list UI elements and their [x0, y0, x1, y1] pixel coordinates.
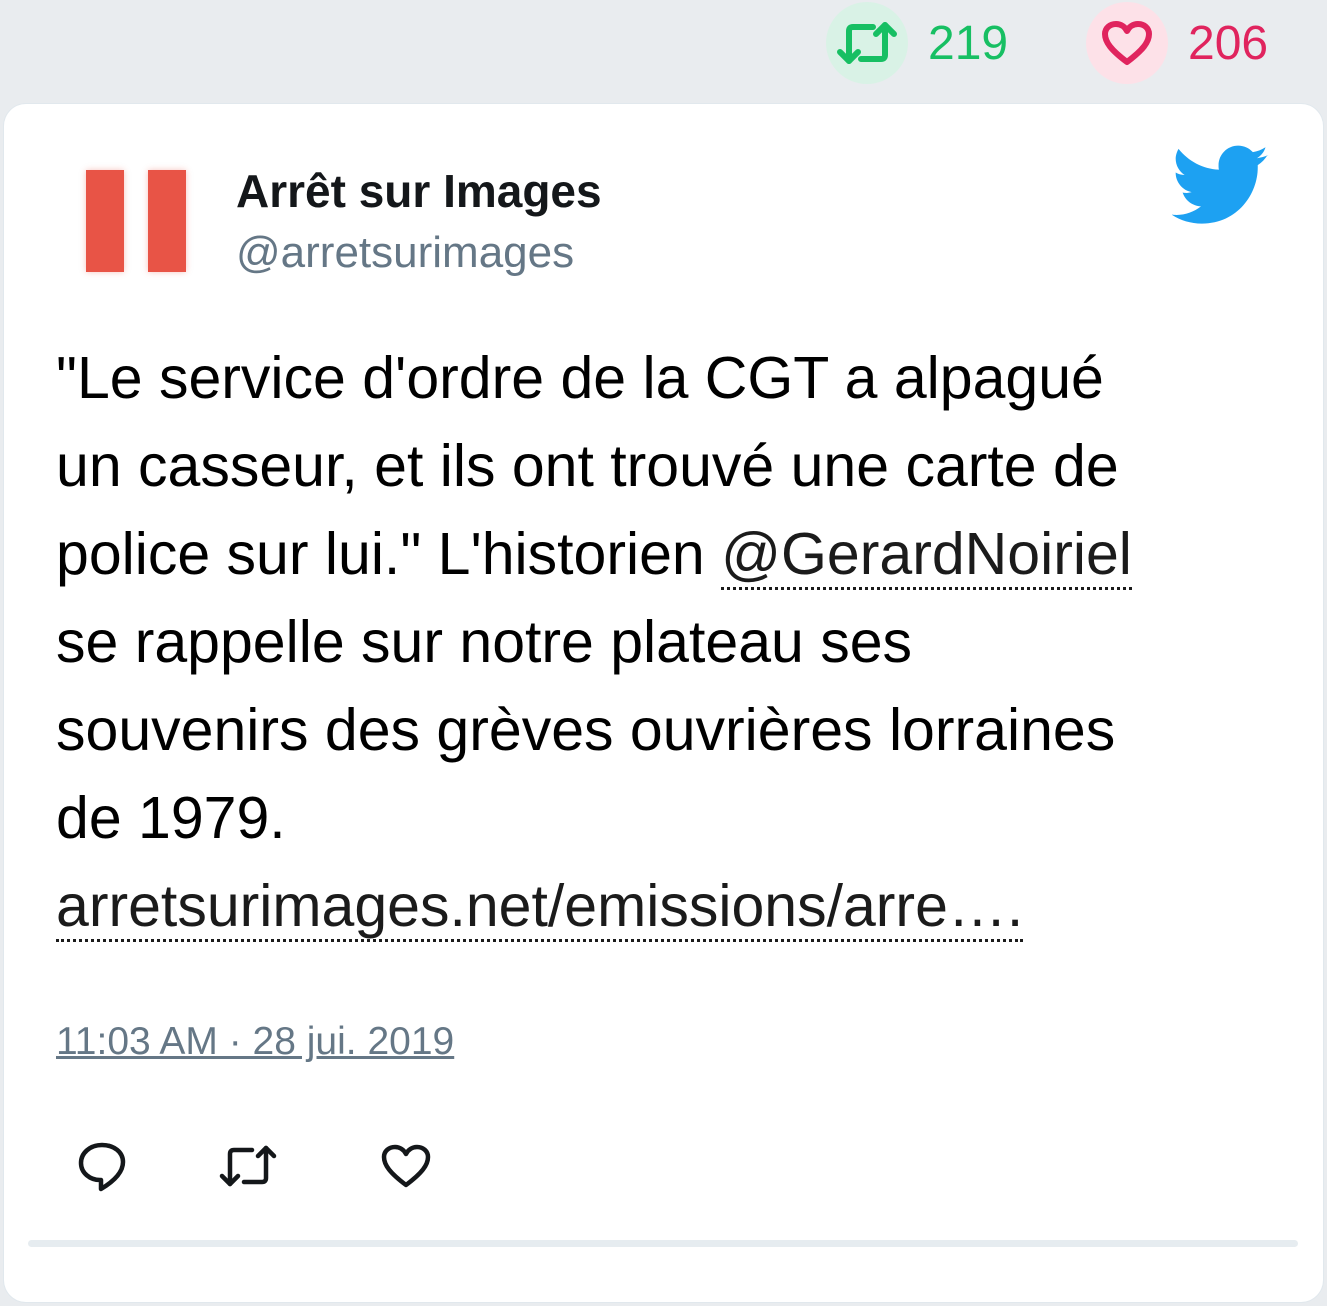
tweet-body: "Le service d'ordre de la CGT a alpagué … [56, 334, 1296, 950]
avatar[interactable] [80, 166, 192, 278]
retweet-icon [837, 22, 897, 64]
tweet-text-line: de 1979. [56, 785, 286, 851]
mention-link[interactable]: @GerardNoiriel [721, 521, 1132, 590]
retweet-button[interactable] [218, 1136, 278, 1196]
tweet-text-line: police sur lui." L'historien @GerardNoir… [56, 510, 1296, 598]
twitter-bird-icon[interactable] [1172, 144, 1270, 228]
retweet-stat[interactable]: 219 [826, 2, 1008, 84]
heart-icon [1102, 21, 1152, 65]
tweet-text-line: souvenirs des grèves ouvrières lorraines [56, 697, 1116, 763]
tweet-timestamp[interactable]: 11:03 AM · 28 jui. 2019 [56, 1020, 454, 1064]
tweet-text-line: un casseur, et ils ont trouvé une carte … [56, 433, 1119, 499]
tweet-text-line: se rappelle sur notre plateau ses [56, 609, 913, 675]
avatar-logo-bar-left [86, 170, 124, 272]
like-stat[interactable]: 206 [1086, 2, 1268, 84]
tweet-text-line: arretsurimages.net/emissions/arre…. [56, 862, 1296, 950]
like-button[interactable] [376, 1136, 436, 1196]
author-handle[interactable]: @arretsurimages [236, 228, 574, 278]
avatar-logo-bar-right [148, 170, 186, 272]
retweet-count: 219 [928, 16, 1009, 70]
card-divider [28, 1240, 1298, 1247]
reply-button[interactable] [72, 1136, 132, 1196]
external-link[interactable]: arretsurimages.net/emissions/arre…. [56, 873, 1024, 942]
reply-icon [78, 1142, 126, 1192]
author-name[interactable]: Arrêt sur Images [236, 164, 602, 218]
tweet-stats-bar: 219 206 [0, 0, 1327, 92]
like-stat-icon-circle[interactable] [1086, 2, 1168, 84]
tweet-actions [72, 1136, 472, 1196]
like-count: 206 [1188, 16, 1269, 70]
retweet-stat-icon-circle[interactable] [826, 2, 908, 84]
heart-icon [381, 1144, 431, 1188]
tweet-text-segment: police sur lui." L'historien [56, 521, 722, 587]
retweet-icon [219, 1145, 277, 1187]
tweet-text-line: "Le service d'ordre de la CGT a alpagué [56, 345, 1104, 411]
